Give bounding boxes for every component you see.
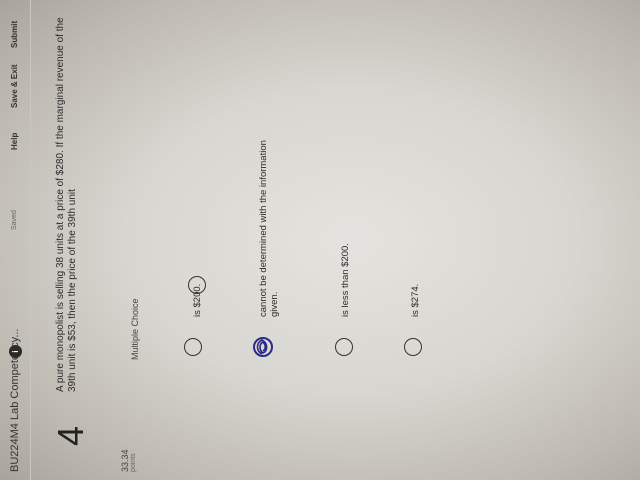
radio-choice-4[interactable] (404, 338, 422, 356)
question-type: Multiple Choice (130, 298, 140, 360)
radio-choice-3[interactable] (335, 338, 353, 356)
points-value: 33.34 (120, 449, 130, 472)
radio-choice-1[interactable] (184, 338, 202, 356)
choice-1-label: is $200. (192, 283, 203, 317)
choice-2-label: cannot be determined with the informatio… (258, 140, 280, 317)
question-number: 4 (50, 425, 91, 446)
question-text: A pure monopolist is selling 38 units at… (55, 17, 78, 392)
choice-3-label: is less than $200. (340, 243, 351, 317)
choice-1[interactable] (0, 42, 206, 382)
points-label: points (130, 453, 137, 472)
choice-4-label: is $274. (410, 283, 421, 317)
selected-radio-scribble-icon[interactable] (250, 334, 276, 360)
quiz-page: BU224M4 Lab Competency... i Saved Help S… (0, 0, 640, 480)
